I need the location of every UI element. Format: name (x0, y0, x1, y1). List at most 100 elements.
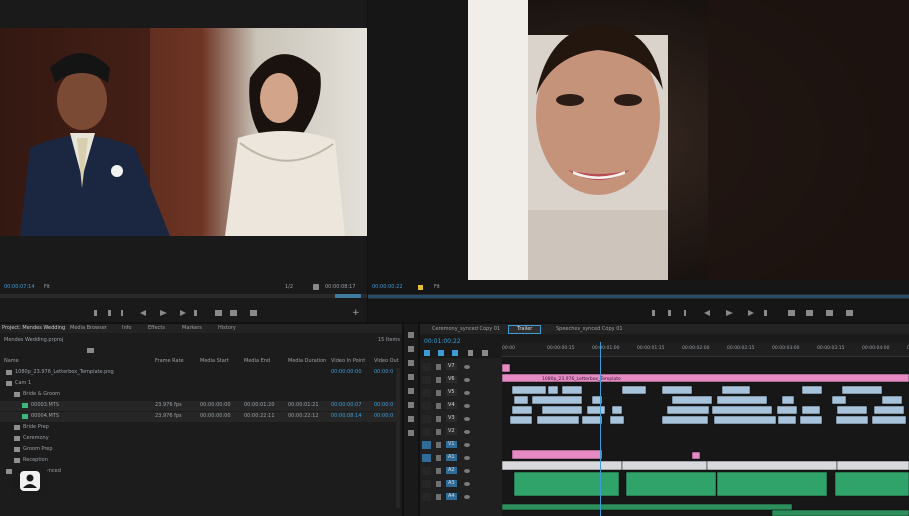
speaker-icon[interactable] (464, 469, 470, 473)
col-video-in[interactable]: Video In Point (331, 358, 365, 365)
tab-media-browser[interactable]: Media Browser (70, 325, 107, 332)
tab-sequence-trailer[interactable]: Trailer (508, 325, 542, 334)
tab-effects[interactable]: Effects (148, 325, 165, 332)
clip-audio-thin[interactable] (771, 509, 909, 516)
project-cell-video-in[interactable]: 00:00:08:14 (331, 413, 362, 420)
track-label[interactable]: V5 (446, 389, 457, 396)
project-cell-video-in[interactable]: 00:00:00:00 (331, 369, 362, 376)
clip-video[interactable] (831, 395, 847, 405)
track-label[interactable]: V6 (446, 376, 457, 383)
speaker-icon[interactable] (464, 456, 470, 460)
track-header[interactable]: V2 (420, 427, 502, 438)
wrench-icon[interactable] (313, 284, 319, 290)
clip-video[interactable] (661, 415, 709, 425)
project-row[interactable]: 00003.MTS 23.976 fps 00:00:00:00 00:00:01:2… (0, 401, 396, 411)
clip-pink-video[interactable] (691, 451, 701, 460)
clip-video[interactable] (509, 415, 533, 425)
source-patch[interactable] (422, 389, 431, 397)
clip-audio[interactable] (513, 471, 620, 497)
eye-icon[interactable] (464, 378, 470, 382)
track-header[interactable]: V1 (420, 440, 502, 451)
lock-icon[interactable] (436, 481, 441, 487)
track-header[interactable]: V7 (420, 362, 502, 373)
clip-video[interactable] (671, 395, 713, 405)
source-patch[interactable] (422, 467, 431, 475)
insert-icon[interactable] (215, 310, 222, 316)
track-header[interactable]: V5 (420, 388, 502, 399)
clip-pink-small[interactable] (502, 363, 511, 373)
pen-tool-icon[interactable] (408, 416, 414, 422)
project-row[interactable]: Ceremony_synced (0, 467, 396, 477)
overwrite-icon[interactable] (230, 310, 237, 316)
clip-v1[interactable] (621, 460, 708, 471)
eye-icon[interactable] (464, 365, 470, 369)
clip-video[interactable] (836, 405, 868, 415)
eye-icon[interactable] (464, 443, 470, 447)
source-patch[interactable] (422, 376, 431, 384)
snap-icon[interactable] (424, 350, 430, 356)
eye-icon[interactable] (464, 391, 470, 395)
add-icon[interactable]: + (352, 309, 360, 318)
track-select-tool-icon[interactable] (408, 346, 414, 352)
hand-tool-icon[interactable] (408, 430, 414, 436)
col-media-start[interactable]: Media Start (200, 358, 229, 365)
source-playhead[interactable] (335, 294, 361, 298)
clip-video[interactable] (513, 395, 529, 405)
clip-audio[interactable] (716, 471, 828, 497)
project-row[interactable]: 00004.MTS 23.976 fps 00:00:00:00 00:00:22:1… (0, 412, 396, 422)
clip-video[interactable] (873, 405, 905, 415)
clip-video[interactable] (541, 405, 583, 415)
project-row[interactable]: 1080p_23.976_Letterbox_Template.png 00:00… (0, 368, 396, 378)
clip-v1[interactable] (502, 460, 623, 471)
eye-icon[interactable] (464, 430, 470, 434)
clip-video[interactable] (581, 415, 603, 425)
slip-tool-icon[interactable] (408, 402, 414, 408)
clip-video[interactable] (835, 415, 869, 425)
project-row[interactable]: Bride & Groom (0, 390, 396, 400)
clip-pink-video[interactable] (511, 449, 603, 460)
lock-icon[interactable] (436, 468, 441, 474)
timeline-ruler[interactable]: 00:00 00:00:00:15 00:00:01:00 00:00:01:15 00… (502, 342, 909, 357)
lock-icon[interactable] (436, 403, 441, 409)
clip-video[interactable] (721, 385, 751, 395)
linked-selection-icon[interactable] (438, 350, 444, 356)
lock-icon[interactable] (436, 429, 441, 435)
track-label[interactable]: V1 (446, 441, 457, 448)
tab-sequence-ceremony[interactable]: Ceremony_synced Copy 01 (432, 326, 500, 333)
clip-video[interactable] (586, 405, 606, 415)
clip-video[interactable] (531, 395, 583, 405)
program-fit-dropdown[interactable]: Fit (434, 284, 440, 291)
col-video-out[interactable]: Video Out (374, 358, 399, 365)
lock-icon[interactable] (436, 390, 441, 396)
add-marker-icon[interactable] (452, 350, 458, 356)
project-cell-video-out[interactable]: 00:00:0 (374, 402, 393, 409)
timeline-playhead[interactable] (600, 342, 601, 516)
project-cell-video-out[interactable]: 00:00:0 (374, 369, 393, 376)
track-label[interactable]: A3 (446, 480, 457, 487)
project-row[interactable]: Bride Prep (0, 423, 396, 433)
tab-markers[interactable]: Markers (182, 325, 202, 332)
clip-video[interactable] (511, 405, 533, 415)
user-icon[interactable] (12, 467, 48, 495)
project-row[interactable]: Reception (0, 456, 396, 466)
clip-video[interactable] (561, 385, 583, 395)
source-patch[interactable] (422, 428, 431, 436)
folder-icon[interactable] (87, 348, 94, 353)
track-label[interactable]: A4 (446, 493, 457, 500)
clip-video[interactable] (611, 405, 623, 415)
project-cell-video-out[interactable]: 00:00:0 (374, 413, 393, 420)
clip-video[interactable] (799, 415, 823, 425)
tab-info[interactable]: Info (122, 325, 131, 332)
source-patch[interactable] (422, 441, 431, 449)
source-patch[interactable] (422, 402, 431, 410)
eye-icon[interactable] (464, 404, 470, 408)
track-header[interactable]: A2 (420, 466, 502, 477)
clip-video[interactable] (547, 385, 559, 395)
lock-icon[interactable] (436, 494, 441, 500)
tab-project[interactable]: Project: Mendes Wedding (2, 325, 65, 332)
lock-icon[interactable] (436, 364, 441, 370)
lock-icon[interactable] (436, 416, 441, 422)
step-back-icon[interactable] (140, 310, 146, 316)
lock-icon[interactable] (436, 377, 441, 383)
track-header[interactable]: V3 (420, 414, 502, 425)
